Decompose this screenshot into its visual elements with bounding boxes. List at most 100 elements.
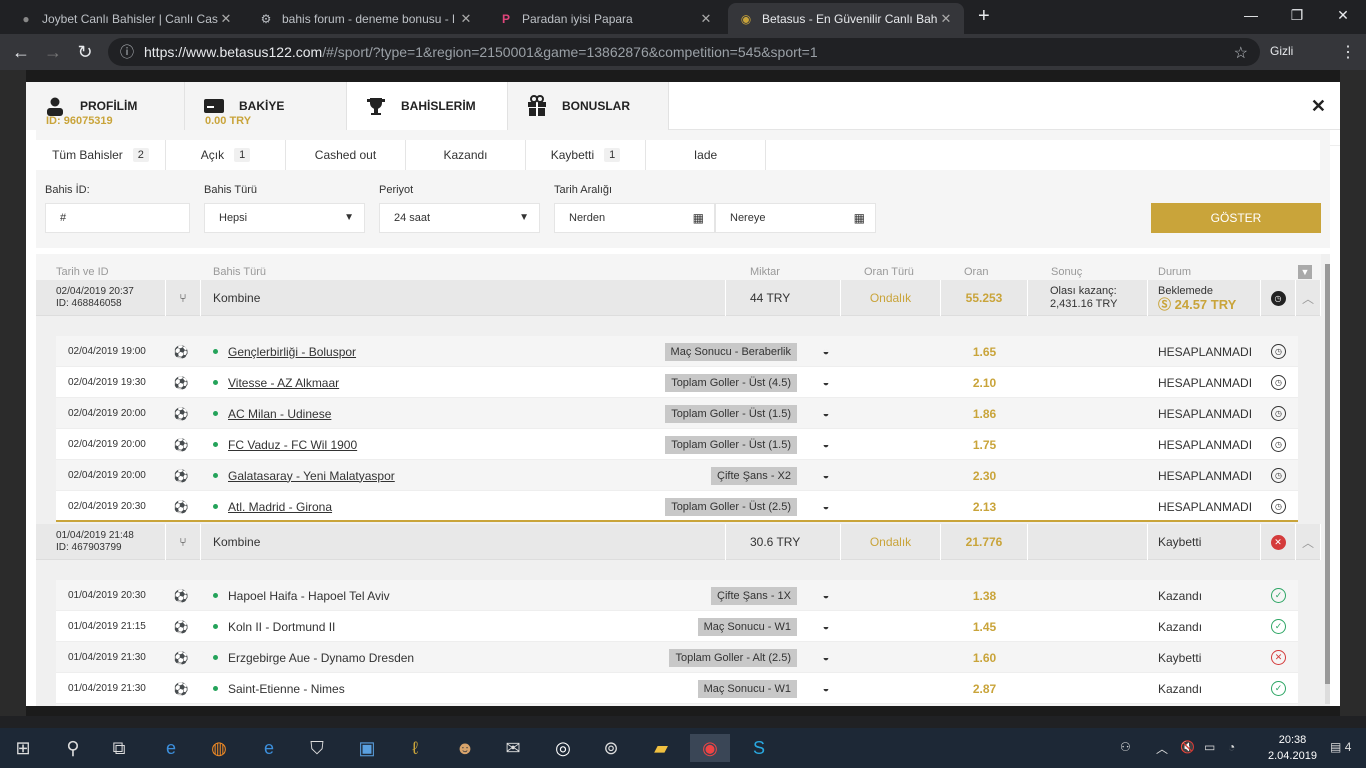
tray-chevron-icon[interactable]: ︿ [1156,740,1168,757]
close-modal-icon[interactable]: ✕ [1311,96,1326,117]
selection-row[interactable]: 02/04/2019 20:00 ⚽ FC Vaduz - FC Wil 1900 T… [56,429,1298,460]
chevron-up-icon[interactable]: ︿ [1296,524,1321,560]
period-select[interactable]: 24 saat ▼ [379,203,540,233]
chevron-up-icon[interactable]: ︿ [1296,280,1321,316]
selection-row[interactable]: 01/04/2019 21:15 ⚽ Koln II - Dortmund II Ma… [56,611,1298,642]
stats-icon[interactable]: ◒ [811,491,841,522]
selection-row[interactable]: 02/04/2019 20:00 ⚽ Galatasaray - Yeni Mala… [56,460,1298,491]
steam-icon[interactable]: ⊚ [596,734,626,762]
close-tab-icon[interactable]: ✕ [698,11,714,27]
filter-tab-lost[interactable]: Kaybetti 1 [526,140,646,170]
browser-tab-forum[interactable]: ⚙ bahis forum - deneme bonusu - l ✕ [248,3,484,34]
filter-tab-won[interactable]: Kazandı [406,140,526,170]
address-bar[interactable]: ⓘ https://www.betasus122.com /#/sport/?t… [108,38,1260,66]
store-icon[interactable]: ⛉ [302,734,332,762]
league-icon[interactable]: ℓ [400,734,430,762]
ie-icon[interactable]: e [156,734,186,762]
stats-icon[interactable]: ◒ [811,460,841,491]
tab-bonuses[interactable]: BONUSLAR [508,82,669,130]
info-icon[interactable]: ⓘ [120,42,134,62]
mail-icon[interactable]: ✉ [498,734,528,762]
reload-icon[interactable]: ↻ [74,41,96,63]
notifications-icon[interactable]: ▤ [1330,740,1341,754]
selection-match[interactable]: Gençlerbirliği - Boluspor [228,345,356,359]
stats-icon[interactable]: ◒ [811,336,841,367]
task-view-icon[interactable]: ⧉ [104,734,134,762]
selection-match[interactable]: Vitesse - AZ Alkmaar [228,376,339,390]
network-icon[interactable]: ◔ [1228,740,1235,754]
tab-balance[interactable]: BAKİYE 0.00 TRY [185,82,1340,146]
stats-icon[interactable]: ◒ [811,367,841,398]
scrollbar[interactable] [1325,264,1330,704]
lost-icon: ✕ [1270,534,1286,550]
filter-tab-refund[interactable]: Iade [646,140,766,170]
browser-tab-joybet[interactable]: ● Joybet Canlı Bahisler | Canlı Casin ✕ [8,3,244,34]
close-tab-icon[interactable]: ✕ [218,11,234,27]
close-tab-icon[interactable]: ✕ [458,11,474,27]
stats-icon[interactable]: ◒ [811,642,841,673]
bet-filters: Tüm Bahisler 2 Açık 1 Cashed out Kazandı K… [36,130,1330,248]
selection-row[interactable]: 01/04/2019 22:00⚽Arsenal - NewcastleTopl… [56,704,1298,706]
selection-row[interactable]: 02/04/2019 20:00 ⚽ AC Milan - Udinese Topla… [56,398,1298,429]
browser-tab-betasus[interactable]: ◉ Betasus - En Güvenilir Canlı Bahis ✕ [728,3,964,34]
back-arrow-icon[interactable]: ← [10,41,32,63]
selection-match[interactable]: Atl. Madrid - Girona [228,500,332,514]
restore-icon[interactable]: ❐ [1274,0,1320,30]
selection-row[interactable]: 01/04/2019 21:30 ⚽ Saint-Etienne - Nimes Ma… [56,673,1298,704]
tab-profile[interactable]: PROFİLİM ID: 96075319 [26,82,1288,146]
cashout-value[interactable]: 24.57 TRY [1175,297,1237,312]
filter-tab-all[interactable]: Tüm Bahisler 2 [36,140,166,170]
bookmark-star-icon[interactable]: ☆ [1234,43,1248,63]
battery-icon[interactable]: ▭ [1204,740,1215,754]
bet-id-input[interactable]: # [45,203,190,233]
whatsapp-icon[interactable]: ◎ [548,734,578,762]
new-tab-icon[interactable]: + [978,6,998,26]
stats-icon[interactable]: ◒ [811,673,841,704]
windows-start-icon[interactable]: ⊞ [8,734,38,762]
forward-arrow-icon[interactable]: → [42,41,64,63]
firefox-icon[interactable]: ◍ [204,734,234,762]
volume-icon[interactable]: 🔇 [1180,740,1195,754]
bet-row[interactable]: 01/04/2019 21:48 ID: 467903799 ⑂ Kombine… [36,524,1321,560]
collapse-all-icon[interactable]: ▼ [1298,265,1312,279]
system-clock[interactable]: 20:38 2.04.2019 [1268,732,1317,764]
show-button[interactable]: GÖSTER [1151,203,1321,233]
people-icon[interactable]: ⚇ [1120,740,1131,754]
filter-tab-open[interactable]: Açık 1 [166,140,286,170]
search-icon[interactable]: ⚲ [58,734,88,762]
app-icon[interactable]: ▣ [352,734,382,762]
stats-icon[interactable]: ◒ [811,580,841,611]
selection-row[interactable]: 02/04/2019 19:00 ⚽ Gençlerbirliği - Bolusp… [56,336,1298,367]
date-to-input[interactable]: Nereye ▦ [715,203,876,233]
minimize-icon[interactable]: — [1228,0,1274,30]
selection-row[interactable]: 01/04/2019 21:30 ⚽ Erzgebirge Aue - Dynamo… [56,642,1298,673]
stats-icon[interactable]: ◒ [811,704,841,706]
folder-icon[interactable]: ▰ [646,734,676,762]
skype-icon[interactable]: S [744,734,774,762]
browser-tab-papara[interactable]: P Paradan iyisi Papara ✕ [488,3,724,34]
close-tab-icon[interactable]: ✕ [938,11,954,27]
stats-icon[interactable]: ◒ [811,429,841,460]
stats-icon[interactable]: ◒ [811,611,841,642]
tab-my-bets[interactable]: BAHİSLERİM [347,82,508,130]
edge-icon[interactable]: e [254,734,284,762]
game-icon[interactable]: ☻ [450,734,480,762]
selection-row[interactable]: 02/04/2019 20:30 ⚽ Atl. Madrid - Girona Top… [56,491,1298,522]
cashout-icon[interactable]: Ⓢ [1158,297,1175,312]
bet-type-select[interactable]: Hepsi ▼ [204,203,365,233]
bet-row[interactable]: 02/04/2019 20:37 ID: 468846058 ⑂ Kombine… [36,280,1321,316]
incognito-label: Gizli [1270,44,1294,58]
chrome-icon[interactable]: ◉ [690,734,730,762]
selection-row[interactable]: 02/04/2019 19:30 ⚽ Vitesse - AZ Alkmaar Top… [56,367,1298,398]
selection-match[interactable]: FC Vaduz - FC Wil 1900 [228,438,357,452]
selection-row[interactable]: 01/04/2019 20:30 ⚽ Hapoel Haifa - Hapoel T… [56,580,1298,611]
selection-odds: 1.86 [972,406,997,421]
scrollbar-thumb[interactable] [1325,264,1330,684]
window-close-icon[interactable]: ✕ [1320,0,1366,30]
selection-match[interactable]: Galatasaray - Yeni Malatyaspor [228,469,395,483]
selection-match[interactable]: AC Milan - Udinese [228,407,331,421]
browser-menu-icon[interactable]: ⋮ [1340,42,1356,62]
date-from-input[interactable]: Nerden ▦ [554,203,715,233]
filter-tab-cashed-out[interactable]: Cashed out [286,140,406,170]
stats-icon[interactable]: ◒ [811,398,841,429]
